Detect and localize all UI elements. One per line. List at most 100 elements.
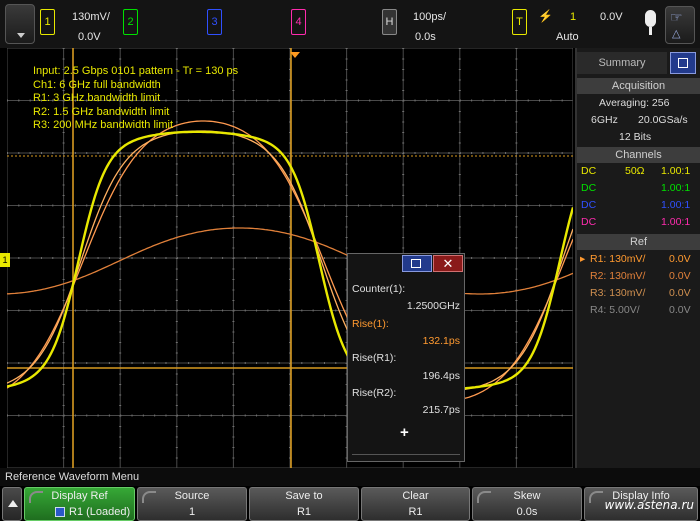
grid-tick: [278, 99, 280, 102]
skew-softkey[interactable]: Skew 0.0s: [472, 487, 582, 521]
grid-tick: [232, 373, 235, 375]
grid-tick: [515, 352, 518, 354]
ref-row-1[interactable]: ▸ R1: 130mV/ 0.0V: [577, 252, 700, 269]
probe-ratio-text: 1.00:1: [661, 199, 691, 211]
grid-tick: [176, 414, 178, 417]
grid-tick: [345, 174, 348, 175]
grid-tick: [233, 152, 235, 154]
grid-tick: [539, 204, 541, 207]
tab-summary[interactable]: Summary: [577, 52, 667, 74]
measurement-menu-button[interactable]: [402, 255, 432, 272]
ref-row-4[interactable]: R4: 5.00V/ 0.0V: [577, 303, 700, 320]
grid-tick: [515, 447, 518, 448]
grid-tick: [301, 362, 303, 364]
channel-1-button[interactable]: 1: [40, 9, 55, 35]
grid-tick: [437, 152, 439, 154]
grid-tick: [232, 321, 235, 322]
softkey-value: 1: [188, 506, 196, 518]
horizontal-button[interactable]: H: [382, 9, 397, 35]
trigger-button[interactable]: T: [512, 9, 527, 35]
grid-tick: [539, 414, 541, 417]
grid-tick: [119, 321, 122, 322]
grid-tick: [131, 362, 133, 364]
grid-tick: [62, 342, 65, 343]
grid-tick: [515, 436, 518, 438]
grid-tick: [175, 447, 178, 448]
grid-tick: [437, 99, 439, 102]
grid-tick: [62, 457, 65, 459]
side-menu-button[interactable]: [670, 52, 696, 74]
softkey-title: Save to: [285, 490, 323, 502]
grid-tick: [346, 99, 348, 102]
microphone-icon[interactable]: [645, 10, 656, 27]
channel-2-button[interactable]: 2: [123, 9, 138, 35]
grid-tick: [62, 289, 65, 291]
grid-tick: [74, 414, 76, 417]
grid-tick: [62, 352, 65, 354]
waveform-grid[interactable]: 1 Input: 2.5 Gbps 0101 pattern - Tr = 13…: [0, 48, 573, 468]
grid-tick: [210, 414, 212, 417]
channel-row-2[interactable]: DC 1.00:1: [577, 181, 700, 198]
grid-tick: [414, 204, 416, 207]
grid-tick: [312, 414, 314, 417]
grid-tick: [493, 204, 495, 207]
display-ref-softkey[interactable]: Display Ref R1 (Loaded): [24, 487, 135, 521]
channel-4-button[interactable]: 4: [291, 9, 306, 35]
grid-tick: [527, 309, 529, 312]
channel-1-ground-marker[interactable]: 1: [0, 253, 10, 267]
grid-tick: [482, 99, 484, 102]
grid-tick: [345, 163, 348, 165]
grid-tick: [29, 257, 31, 259]
grid-tick: [199, 257, 201, 259]
grid-tick: [188, 362, 190, 364]
grid-tick: [391, 204, 393, 207]
ref-row-3[interactable]: R3: 130mV/ 0.0V: [577, 286, 700, 303]
grid-tick: [448, 152, 450, 154]
grid-tick: [515, 69, 518, 70]
grid-tick: [62, 279, 65, 280]
source-softkey[interactable]: Source 1: [137, 487, 247, 521]
grid-tick: [458, 226, 461, 228]
ref-row-2[interactable]: R2: 130mV/ 0.0V: [577, 269, 700, 286]
grid-tick: [29, 204, 31, 207]
channel-row-4[interactable]: DC 1.00:1: [577, 215, 700, 232]
clear-softkey[interactable]: Clear R1: [361, 487, 470, 521]
grid-tick: [515, 237, 518, 238]
close-icon[interactable]: ✕: [433, 255, 463, 272]
menu-up-button[interactable]: [2, 487, 22, 521]
ref-offset: 0.0V: [669, 287, 691, 299]
grid-tick: [154, 204, 156, 207]
channel-row-3[interactable]: DC 1.00:1: [577, 198, 700, 215]
grid-tick: [29, 309, 31, 312]
grid-tick: [278, 204, 280, 207]
channel-row-1[interactable]: DC 50Ω 1.00:1: [577, 164, 700, 181]
grid-tick: [29, 152, 31, 154]
grid-tick: [176, 362, 178, 364]
save-to-softkey[interactable]: Save to R1: [249, 487, 359, 521]
channel-3-button[interactable]: 3: [207, 9, 222, 35]
main-menu-button[interactable]: [5, 4, 35, 44]
measurement-panel[interactable]: ✕ Counter(1): 1.2500GHz Rise(1): 132.1ps…: [347, 253, 465, 462]
grid-tick: [62, 331, 65, 333]
add-measurement-button[interactable]: +: [400, 424, 409, 441]
grid-tick: [369, 99, 371, 102]
touch-toggle-button[interactable]: ☞ △: [665, 6, 695, 44]
grid-tick: [345, 58, 348, 60]
grid-tick: [142, 152, 144, 154]
grid-tick: [119, 48, 122, 49]
grid-tick: [516, 309, 518, 312]
grid-tick: [40, 414, 42, 417]
checkbox-icon[interactable]: [55, 507, 65, 517]
grid-tick: [7, 362, 8, 364]
grid-tick: [232, 405, 235, 406]
annotation-line: R3: 200 MHz bandwidth limit: [33, 119, 174, 131]
grid-tick: [175, 195, 178, 196]
grid-tick: [369, 152, 371, 154]
grid-tick: [425, 152, 427, 154]
grid-tick: [402, 195, 405, 196]
grid-tick: [459, 152, 461, 154]
grid-tick: [86, 362, 88, 364]
grid-tick: [345, 237, 348, 238]
trigger-source: 1: [570, 11, 577, 23]
grid-tick: [232, 352, 235, 354]
